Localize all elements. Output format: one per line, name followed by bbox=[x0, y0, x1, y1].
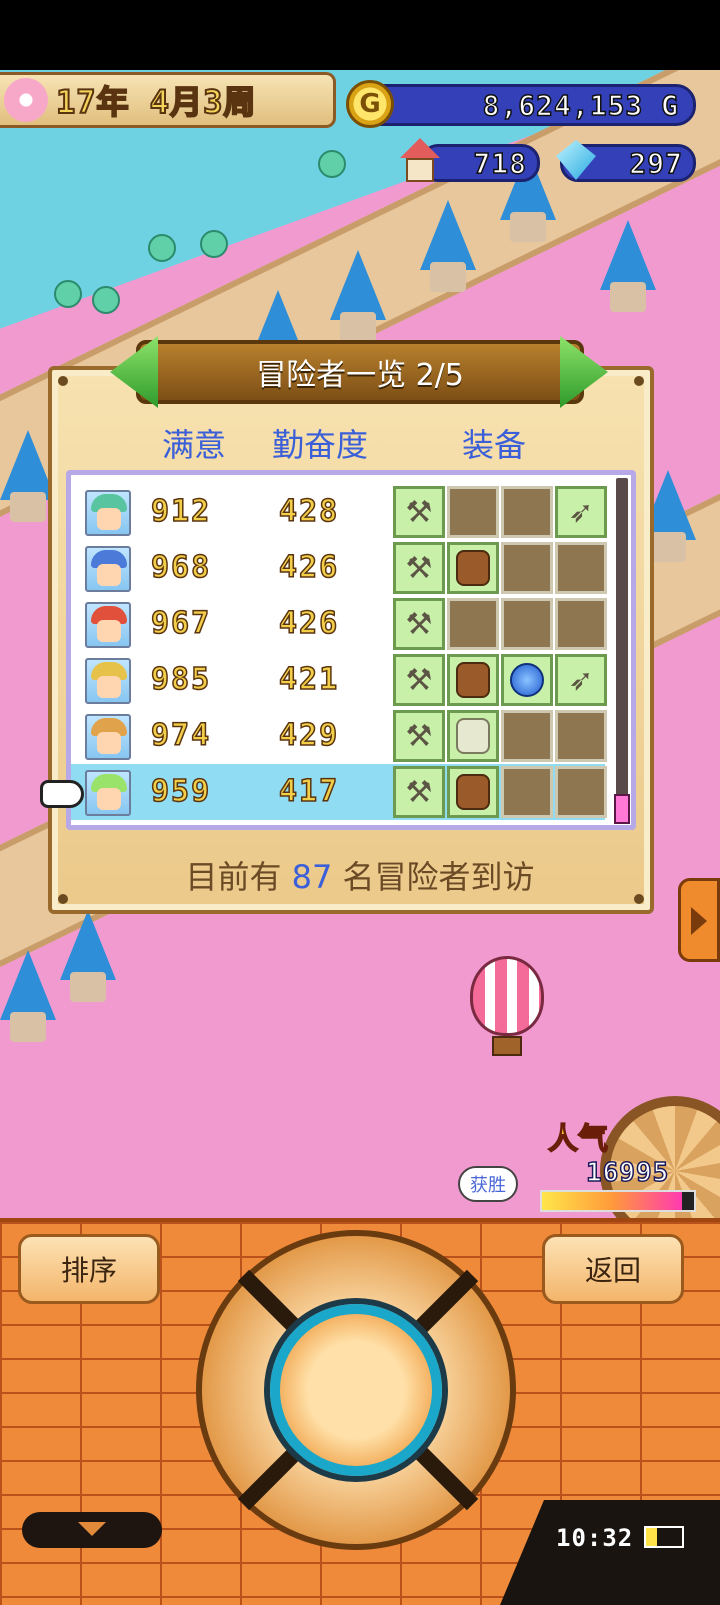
orb-equip-icon[interactable] bbox=[501, 654, 553, 706]
blue-tree-house bbox=[60, 910, 116, 1002]
visitor-suffix: 名冒险者到访 bbox=[342, 858, 535, 896]
gold-amount: 8,624,153 G bbox=[482, 88, 679, 123]
adventurer-avatar bbox=[85, 714, 131, 760]
lollipop-tree bbox=[148, 234, 176, 262]
armor-equip-icon[interactable] bbox=[447, 654, 499, 706]
population-count: 718 bbox=[473, 146, 527, 181]
spear-equip-icon[interactable]: ➶ bbox=[555, 654, 607, 706]
popularity-label: 人气 bbox=[547, 1121, 609, 1158]
empty-equip-slot[interactable] bbox=[447, 486, 499, 538]
adventurer-avatar bbox=[85, 602, 131, 648]
blue-tree-house bbox=[330, 250, 386, 342]
rivet-decoration bbox=[58, 376, 68, 386]
diligence-value: 426 bbox=[278, 605, 340, 642]
adventurer-avatar bbox=[85, 546, 131, 592]
lollipop-tree bbox=[54, 280, 82, 308]
axe-equip-icon[interactable]: ⚒ bbox=[393, 486, 445, 538]
empty-equip-slot[interactable] bbox=[555, 766, 607, 818]
adventurer-row[interactable]: 912 428 ⚒ ➶ bbox=[71, 484, 607, 540]
visitor-count: 87 bbox=[291, 858, 333, 896]
adventurer-row[interactable]: 968 426 ⚒ bbox=[71, 540, 607, 596]
empty-equip-slot[interactable] bbox=[555, 710, 607, 762]
visitor-count-text: 目前有 87 名冒险者到访 bbox=[0, 852, 720, 898]
popularity-value: 16995 bbox=[585, 1157, 670, 1189]
header-diligence[interactable]: 勤奋度 bbox=[272, 420, 368, 466]
armor-equip-icon[interactable] bbox=[447, 766, 499, 818]
dialog-title-bar: 冒险者一览 2/5 bbox=[136, 340, 584, 404]
header-equipment[interactable]: 装备 bbox=[462, 420, 526, 466]
column-headers: 满意 勤奋度 装备 bbox=[0, 420, 720, 464]
lollipop-tree bbox=[200, 230, 228, 258]
scrollbar-track[interactable] bbox=[616, 478, 628, 824]
blue-tree-house bbox=[600, 220, 656, 312]
blue-tree-house bbox=[0, 950, 56, 1042]
coin-icon: G bbox=[346, 80, 394, 128]
empty-equip-slot[interactable] bbox=[555, 598, 607, 650]
empty-equip-slot[interactable] bbox=[555, 542, 607, 594]
gold-panel: 8,624,153 G bbox=[352, 84, 696, 126]
dialog-title: 冒险者一览 2/5 bbox=[256, 358, 464, 393]
diligence-value: 421 bbox=[278, 661, 340, 698]
sort-button[interactable]: 排序 bbox=[18, 1234, 160, 1304]
battery-fill bbox=[646, 1528, 657, 1546]
spear-equip-icon[interactable]: ➶ bbox=[555, 486, 607, 538]
axe-equip-icon[interactable]: ⚒ bbox=[393, 542, 445, 594]
battery-icon bbox=[644, 1526, 684, 1548]
satisfaction-value: 985 bbox=[150, 661, 212, 698]
visitor-prefix: 目前有 bbox=[185, 858, 282, 896]
adventurer-avatar bbox=[85, 770, 131, 816]
collapse-chevron-icon[interactable] bbox=[22, 1512, 162, 1548]
side-menu-tab[interactable] bbox=[678, 878, 720, 962]
rivet-decoration bbox=[634, 376, 644, 386]
axe-equip-icon[interactable]: ⚒ bbox=[393, 710, 445, 762]
blossom-icon bbox=[4, 78, 48, 122]
header-satisfaction[interactable]: 满意 bbox=[162, 420, 226, 466]
top-black-bar bbox=[0, 0, 720, 70]
gem-count: 297 bbox=[629, 146, 683, 181]
dial-center-button[interactable] bbox=[270, 1304, 442, 1476]
adventurer-avatar bbox=[85, 658, 131, 704]
satisfaction-value: 959 bbox=[150, 773, 212, 810]
back-button[interactable]: 返回 bbox=[542, 1234, 684, 1304]
axe-equip-icon[interactable]: ⚒ bbox=[393, 598, 445, 650]
adventurer-row[interactable]: 974 429 ⚒ bbox=[71, 708, 607, 764]
satisfaction-value: 968 bbox=[150, 549, 212, 586]
clock-time: 10:32 bbox=[556, 1524, 634, 1552]
adventurer-row[interactable]: 985 421 ⚒ ➶ bbox=[71, 652, 607, 708]
empty-equip-slot[interactable] bbox=[447, 598, 499, 650]
diligence-value: 429 bbox=[278, 717, 340, 754]
adventurer-row[interactable]: 959 417 ⚒ bbox=[71, 764, 607, 820]
lollipop-tree bbox=[318, 150, 346, 178]
date-text: 17年 4月3周 bbox=[55, 82, 257, 122]
date-panel: 17年 4月3周 bbox=[0, 72, 336, 128]
hand-pointer-icon bbox=[40, 780, 84, 808]
diligence-value: 428 bbox=[278, 493, 340, 530]
lollipop-tree bbox=[92, 286, 120, 314]
diligence-value: 426 bbox=[278, 549, 340, 586]
adventurer-row[interactable]: 967 426 ⚒ bbox=[71, 596, 607, 652]
popularity-bar-fill bbox=[542, 1192, 682, 1210]
satisfaction-value: 912 bbox=[150, 493, 212, 530]
popularity-widget: 人气 16995 bbox=[536, 1110, 720, 1220]
satisfaction-value: 967 bbox=[150, 605, 212, 642]
diligence-value: 417 bbox=[278, 773, 340, 810]
scrollbar-thumb[interactable] bbox=[614, 794, 630, 824]
empty-equip-slot[interactable] bbox=[501, 598, 553, 650]
satisfaction-value: 974 bbox=[150, 717, 212, 754]
adventurer-avatar bbox=[85, 490, 131, 536]
empty-equip-slot[interactable] bbox=[501, 766, 553, 818]
popularity-bar bbox=[540, 1190, 696, 1212]
empty-equip-slot[interactable] bbox=[501, 710, 553, 762]
armor-equip-icon[interactable] bbox=[447, 542, 499, 594]
blue-tree-house bbox=[420, 200, 476, 292]
house-icon bbox=[400, 138, 440, 184]
armor-equip-icon[interactable] bbox=[447, 710, 499, 762]
axe-equip-icon[interactable]: ⚒ bbox=[393, 766, 445, 818]
speech-bubble: 获胜 bbox=[458, 1166, 518, 1202]
balloon-basket bbox=[492, 1036, 522, 1056]
hot-air-balloon bbox=[470, 956, 544, 1036]
axe-equip-icon[interactable]: ⚒ bbox=[393, 654, 445, 706]
empty-equip-slot[interactable] bbox=[501, 542, 553, 594]
empty-equip-slot[interactable] bbox=[501, 486, 553, 538]
